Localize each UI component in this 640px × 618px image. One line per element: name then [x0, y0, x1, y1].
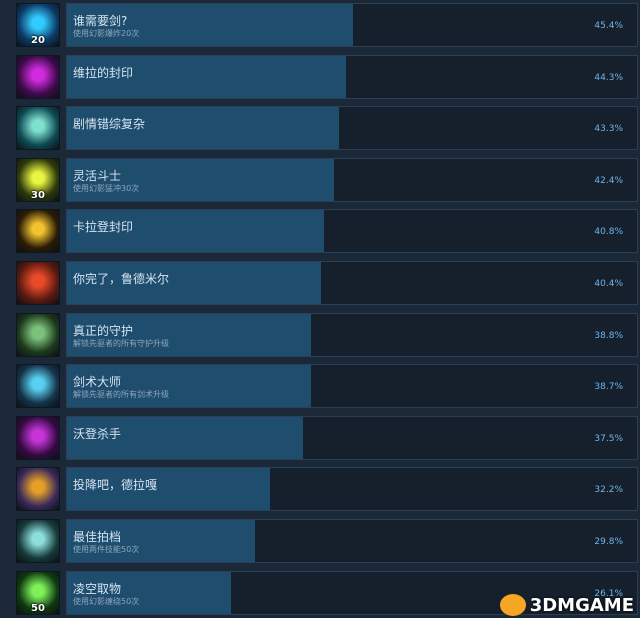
progress-track: 沃登杀手 37.5% — [66, 415, 638, 460]
achievement-description: 使用两件技能50次 — [73, 545, 140, 554]
achievement-row[interactable]: 最佳拍档 使用两件技能50次 29.8% — [14, 519, 638, 565]
achievement-name: 投降吧，德拉嘎 — [73, 478, 158, 493]
achievement-row[interactable]: 维拉的封印 44.3% — [14, 54, 638, 101]
site-watermark: 3DMGAME — [499, 594, 634, 616]
achievement-row[interactable]: 你完了，鲁德米尔 40.4% — [14, 261, 638, 307]
achievement-description: 使用幻影缠绕50次 — [73, 596, 140, 606]
achievement-description: 解锁先驱者的所有剑术升级 — [73, 390, 169, 400]
achievement-name: 维拉的封印 — [73, 65, 134, 80]
unlock-percentage: 40.4% — [594, 279, 623, 289]
achievement-badge: 20 — [31, 35, 45, 46]
teal-fairy-icon — [16, 106, 60, 151]
achievement-name: 真正的守护 — [73, 323, 134, 338]
achievement-row[interactable]: 投降吧，德拉嘎 32.2% — [14, 467, 638, 513]
unlock-percentage: 42.4% — [594, 175, 623, 186]
progress-track: 谁需要剑? 使用幻影爆炸20次 45.4% — [66, 3, 638, 47]
blue-sword-icon — [16, 364, 60, 409]
achievement-description: 解锁先驱者的所有守护升级 — [73, 338, 169, 348]
achievement-description: 使用幻影爆炸20次 — [73, 29, 140, 38]
progress-track: 剑术大师 解锁先驱者的所有剑术升级 38.7% — [66, 364, 638, 409]
progress-track: 卡拉登封印 40.8% — [66, 209, 638, 254]
shield-spike-icon — [16, 312, 60, 357]
achievement-name: 谁需要剑? — [73, 14, 128, 28]
achievement-name: 剧情错综复杂 — [73, 117, 146, 132]
achievement-name: 凌空取物 — [73, 581, 122, 596]
achievement-row[interactable]: 卡拉登封印 40.8% — [14, 209, 638, 255]
achievement-name: 你完了，鲁德米尔 — [73, 272, 170, 286]
achievement-row[interactable]: 20 谁需要剑? 使用幻影爆炸20次 45.4% — [14, 3, 638, 49]
achievement-name: 沃登杀手 — [73, 426, 122, 441]
achievement-row[interactable]: 剑术大师 解锁先驱者的所有剑术升级 38.7% — [14, 364, 638, 410]
achievement-name: 最佳拍档 — [73, 530, 122, 544]
unlock-percentage: 32.2% — [594, 485, 623, 496]
achievement-row[interactable]: 剧情错综复杂 43.3% — [14, 106, 638, 152]
progress-track: 投降吧，德拉嘎 32.2% — [66, 467, 638, 512]
golden-seal-icon — [16, 209, 60, 254]
achievement-name: 卡拉登封印 — [73, 220, 134, 235]
progress-track: 维拉的封印 44.3% — [66, 54, 638, 99]
unlock-percentage: 43.3% — [594, 124, 623, 135]
green-hook-icon: 50 — [16, 570, 60, 615]
achievement-row[interactable]: 真正的守护 解锁先驱者的所有守护升级 38.8% — [14, 312, 638, 359]
achievement-badge: 50 — [31, 602, 45, 614]
unlock-percentage: 45.4% — [594, 21, 623, 31]
unlock-percentage: 37.5% — [594, 433, 623, 444]
achievement-description: 使用幻影猛冲30次 — [73, 183, 140, 193]
progress-track: 真正的守护 解锁先驱者的所有守护升级 38.8% — [66, 312, 638, 357]
unlock-percentage: 38.8% — [594, 330, 623, 341]
cyan-50-icon — [16, 519, 60, 563]
progress-track: 剧情错综复杂 43.3% — [66, 106, 638, 151]
watermark-text: 3DMGAME — [529, 594, 634, 616]
watermark-logo-icon — [499, 594, 526, 616]
achievement-row[interactable]: 沃登杀手 37.5% — [14, 415, 638, 462]
dragon-boss-icon — [16, 467, 60, 512]
unlock-percentage: 29.8% — [594, 537, 623, 547]
achievement-name: 灵活斗士 — [73, 168, 122, 183]
progress-track: 你完了，鲁德米尔 40.4% — [66, 261, 638, 305]
red-beast-icon — [16, 261, 60, 305]
progress-track: 灵活斗士 使用幻影猛冲30次 42.4% — [66, 157, 638, 202]
purple-seal-icon — [16, 54, 60, 99]
yellow-dash-icon: 30 — [16, 157, 60, 202]
unlock-percentage: 38.7% — [594, 382, 623, 393]
achievement-row[interactable]: 30 灵活斗士 使用幻影猛冲30次 42.4% — [14, 157, 638, 204]
blue-blast-icon: 20 — [16, 3, 60, 47]
progress-track: 最佳拍档 使用两件技能50次 29.8% — [66, 519, 638, 563]
unlock-percentage: 40.8% — [594, 227, 623, 238]
unlock-percentage: 44.3% — [594, 72, 623, 83]
achievement-badge: 30 — [31, 189, 45, 201]
purple-swirl-icon — [16, 415, 60, 460]
achievement-name: 剑术大师 — [73, 375, 122, 390]
